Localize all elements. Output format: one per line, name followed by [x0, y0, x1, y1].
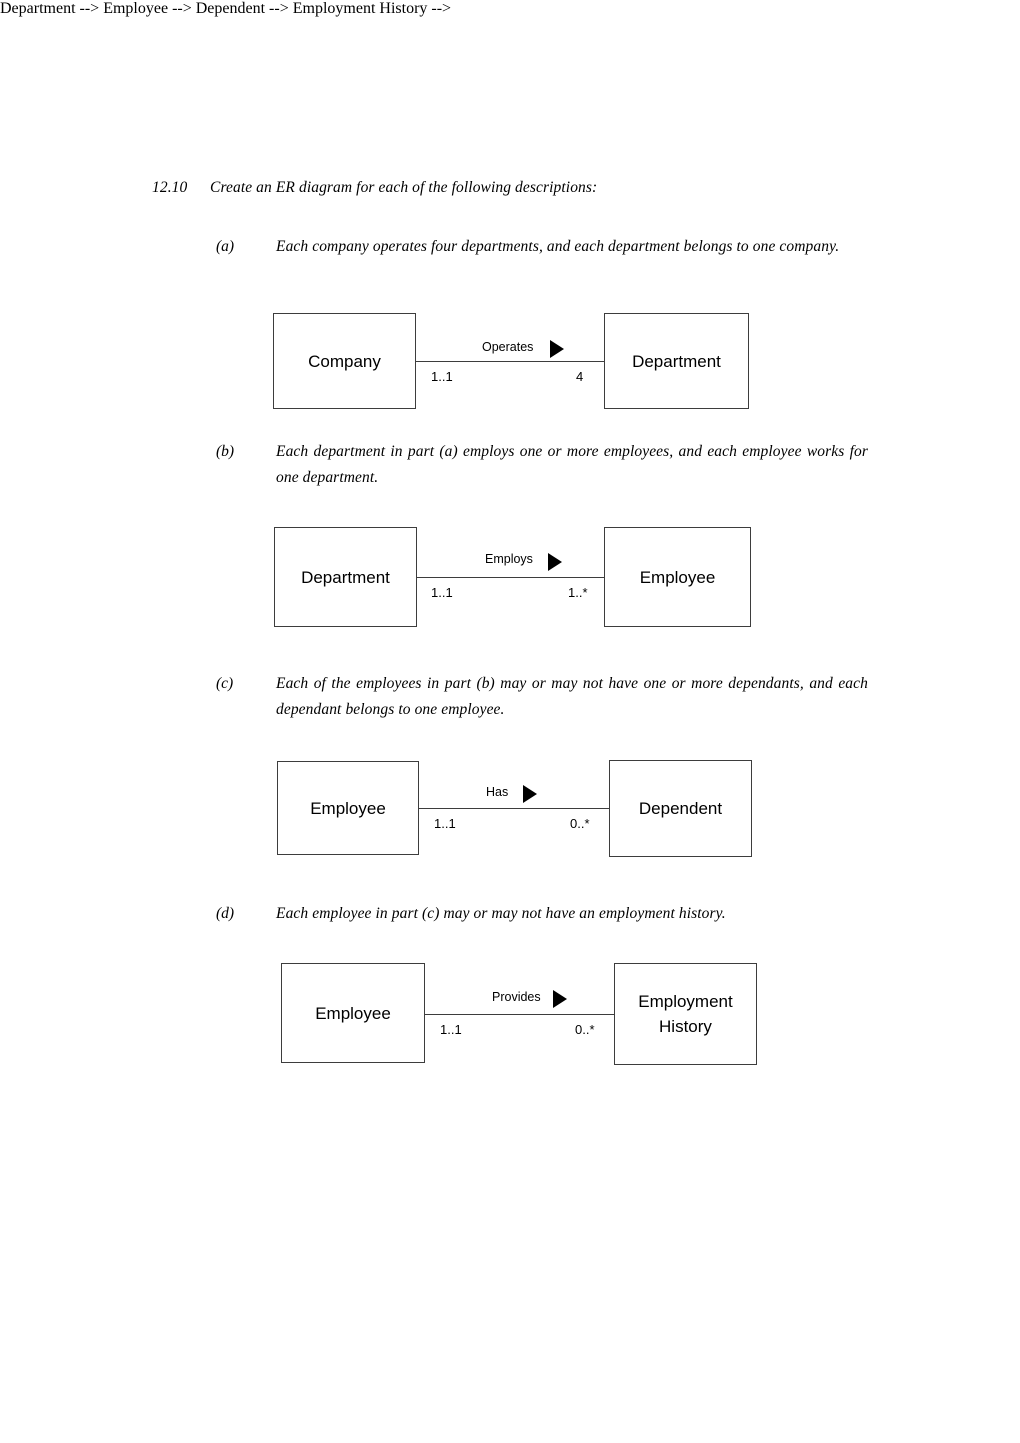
er-diagram-c: Employee Has 1..1 0..* Dependent: [277, 760, 753, 857]
cardinality-right-employs: 1..*: [568, 585, 588, 600]
entity-box-company[interactable]: Company: [273, 313, 416, 409]
er-diagram-b: Department Employs 1..1 1..* Employee: [274, 527, 754, 628]
relationship-arrow-icon-employs: [548, 553, 562, 571]
cardinality-left-employs: 1..1: [431, 585, 453, 600]
relationship-label-has: Has: [486, 785, 509, 799]
entity-box-employment-history[interactable]: Employment History: [614, 963, 757, 1065]
entity-label-employee-d: Employee: [315, 1003, 391, 1023]
entity-box-employee-b[interactable]: Employee: [604, 527, 751, 627]
relationship-arrow-icon-operates: [550, 340, 564, 358]
part-d: (d) Each employee in part (c) may or may…: [216, 901, 868, 927]
question-number: 12.10: [152, 179, 188, 196]
part-c-label: (c): [216, 675, 234, 692]
part-b: (b) Each department in part (a) employs …: [216, 439, 868, 491]
part-c: (c) Each of the employees in part (b) ma…: [216, 671, 868, 723]
question-text: Create an ER diagram for each of the fol…: [210, 179, 598, 196]
entity-box-employee-d[interactable]: Employee: [281, 963, 425, 1063]
entity-label-department: Department: [632, 351, 721, 371]
relationship-arrow-icon-has: [523, 785, 537, 803]
cardinality-left-provides: 1..1: [440, 1022, 462, 1037]
part-d-label: (d): [216, 905, 235, 922]
part-a-label: (a): [216, 238, 235, 255]
part-b-label: (b): [216, 443, 235, 460]
document-page: 12.10 Create an ER diagram for each of t…: [0, 0, 1020, 1443]
part-c-text: Each of the employees in part (b) may or…: [276, 675, 868, 718]
entity-label-employment-history: Employment History: [638, 992, 733, 1036]
relationship-label-operates: Operates: [482, 340, 534, 354]
entity-box-dependent[interactable]: Dependent: [609, 760, 752, 857]
entity-label-dependent: Dependent: [638, 799, 723, 818]
cardinality-left-has: 1..1: [434, 816, 456, 831]
relationship-label-provides: Provides: [492, 990, 541, 1004]
er-diagram-a: Company Operates 1..1 4 Department: [273, 313, 753, 413]
entity-label-employee-c: Employee: [310, 798, 386, 818]
entity-box-department-b[interactable]: Department: [274, 527, 417, 627]
entity-label-company: Company: [308, 351, 381, 371]
cardinality-right-has: 0..*: [570, 816, 590, 831]
relationship-line-provides: [425, 1014, 614, 1015]
part-b-text: Each department in part (a) employs one …: [276, 443, 868, 486]
relationship-line-has: [419, 808, 609, 809]
relationship-line-employs: [417, 577, 604, 578]
cardinality-right-provides: 0..*: [575, 1022, 595, 1037]
question-heading: 12.10 Create an ER diagram for each of t…: [152, 178, 882, 198]
entity-box-department[interactable]: Department: [604, 313, 749, 409]
entity-label-employee-b: Employee: [639, 567, 716, 587]
relationship-label-employs: Employs: [485, 552, 533, 566]
entity-label-department-b: Department: [301, 567, 390, 587]
relationship-arrow-icon-provides: [553, 990, 567, 1008]
er-diagram-d: Employee Provides 1..1 0..* Employment H…: [281, 963, 758, 1066]
part-a: (a) Each company operates four departmen…: [216, 234, 868, 260]
relationship-line-operates: [416, 361, 604, 362]
part-d-text: Each employee in part (c) may or may not…: [276, 905, 726, 922]
part-a-text: Each company operates four departments, …: [276, 238, 840, 255]
entity-box-employee-c[interactable]: Employee: [277, 761, 419, 855]
cardinality-left-operates: 1..1: [431, 369, 453, 384]
cardinality-right-operates: 4: [576, 369, 584, 384]
